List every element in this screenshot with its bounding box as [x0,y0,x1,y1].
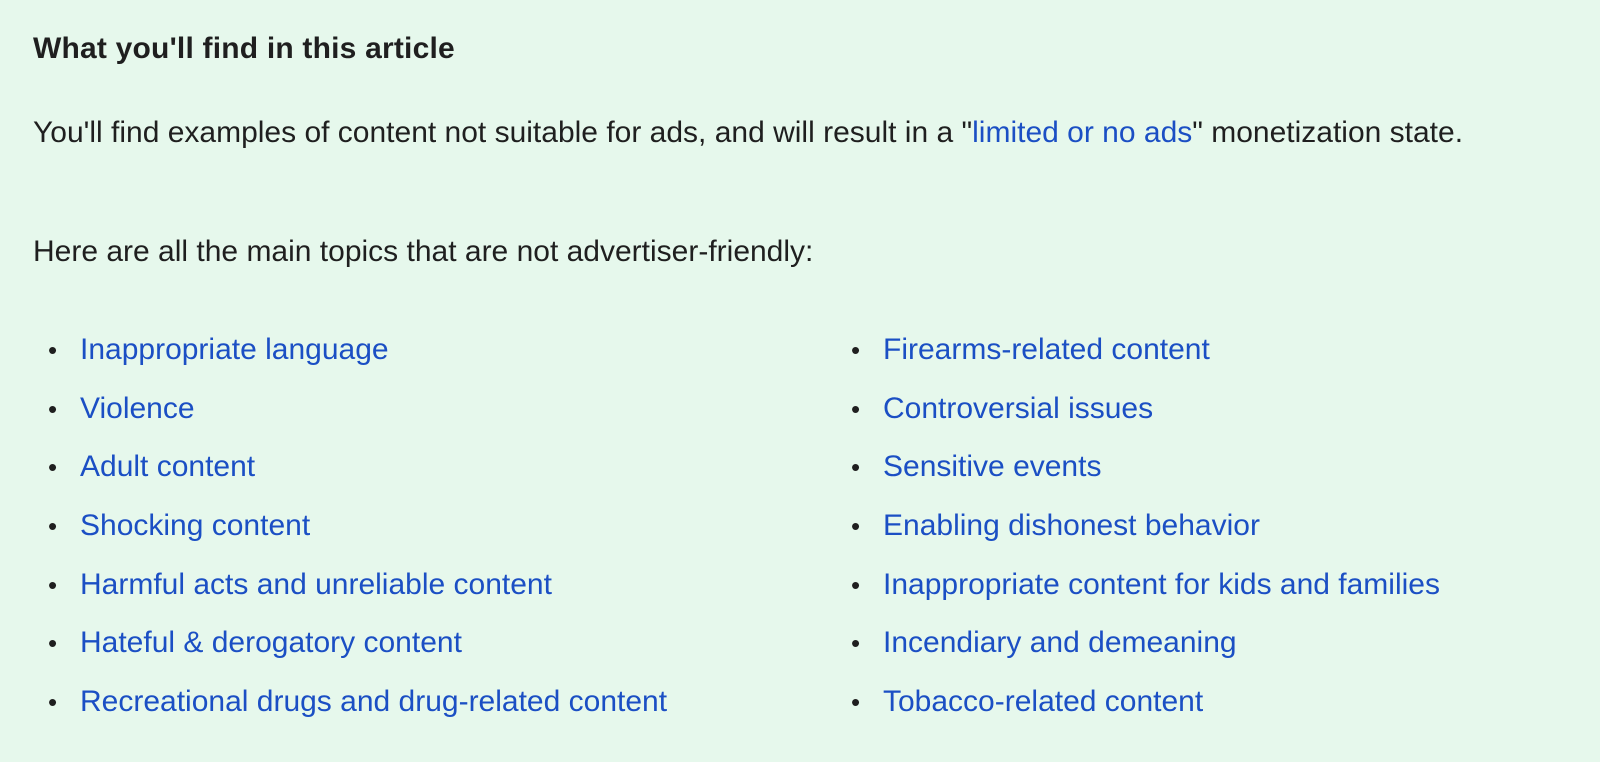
bullet-icon: • [48,335,58,365]
bullet-icon: • [48,628,58,659]
topic-link[interactable]: Harmful acts and unreliable content [80,565,552,605]
list-item: • Recreational drugs and drug-related con… [48,682,667,741]
bullet-icon: • [48,511,58,542]
list-item: • Firearms-related content [851,330,1440,389]
list-item: • Sensitive events [851,447,1440,506]
topic-link[interactable]: Inappropriate language [80,330,389,370]
bullet-icon: • [851,335,861,365]
section-heading: What you'll find in this article [33,32,455,65]
list-item: • Harmful acts and unreliable content [48,565,667,624]
list-item: • Violence [48,389,667,448]
list-item: • Enabling dishonest behavior [851,506,1440,565]
bullet-icon: • [851,628,861,659]
list-item: • Inappropriate content for kids and fami… [851,565,1440,624]
list-item: • Inappropriate language [48,330,667,389]
bullet-icon: • [851,511,861,542]
topics-list-right: • Firearms-related content • Controversial… [851,330,1440,741]
intro-text-after: " monetization state. [1192,116,1464,149]
topics-list-left: • Inappropriate language • Violence • Adult… [48,330,667,741]
list-item: • Hateful & derogatory content [48,623,667,682]
list-item: • Incendiary and demeaning [851,623,1440,682]
intro-text-before: You'll find examples of content not suit… [33,116,973,149]
topic-link[interactable]: Hateful & derogatory content [80,623,462,663]
intro-paragraph: You'll find examples of content not suit… [33,108,1573,157]
topic-link[interactable]: Sensitive events [883,447,1101,487]
topic-link[interactable]: Controversial issues [883,389,1153,429]
topic-link[interactable]: Tobacco-related content [883,682,1203,722]
bullet-icon: • [851,393,861,424]
list-item: • Adult content [48,447,667,506]
topic-link[interactable]: Incendiary and demeaning [883,623,1237,663]
limited-or-no-ads-link[interactable]: limited or no ads [972,116,1192,149]
bullet-icon: • [48,452,58,483]
list-item: • Tobacco-related content [851,682,1440,741]
topic-link[interactable]: Firearms-related content [883,330,1210,370]
topic-link[interactable]: Violence [80,389,195,429]
bullet-icon: • [48,687,58,718]
topic-link[interactable]: Enabling dishonest behavior [883,506,1260,546]
list-item: • Shocking content [48,506,667,565]
topic-link[interactable]: Inappropriate content for kids and famil… [883,565,1440,605]
bullet-icon: • [851,569,861,600]
topic-link[interactable]: Shocking content [80,506,310,546]
lead-paragraph: Here are all the main topics that are no… [33,235,814,268]
topic-link[interactable]: Recreational drugs and drug-related cont… [80,682,667,722]
bullet-icon: • [851,452,861,483]
list-item: • Controversial issues [851,389,1440,448]
bullet-icon: • [48,393,58,424]
bullet-icon: • [851,687,861,718]
topic-link[interactable]: Adult content [80,447,255,487]
bullet-icon: • [48,569,58,600]
